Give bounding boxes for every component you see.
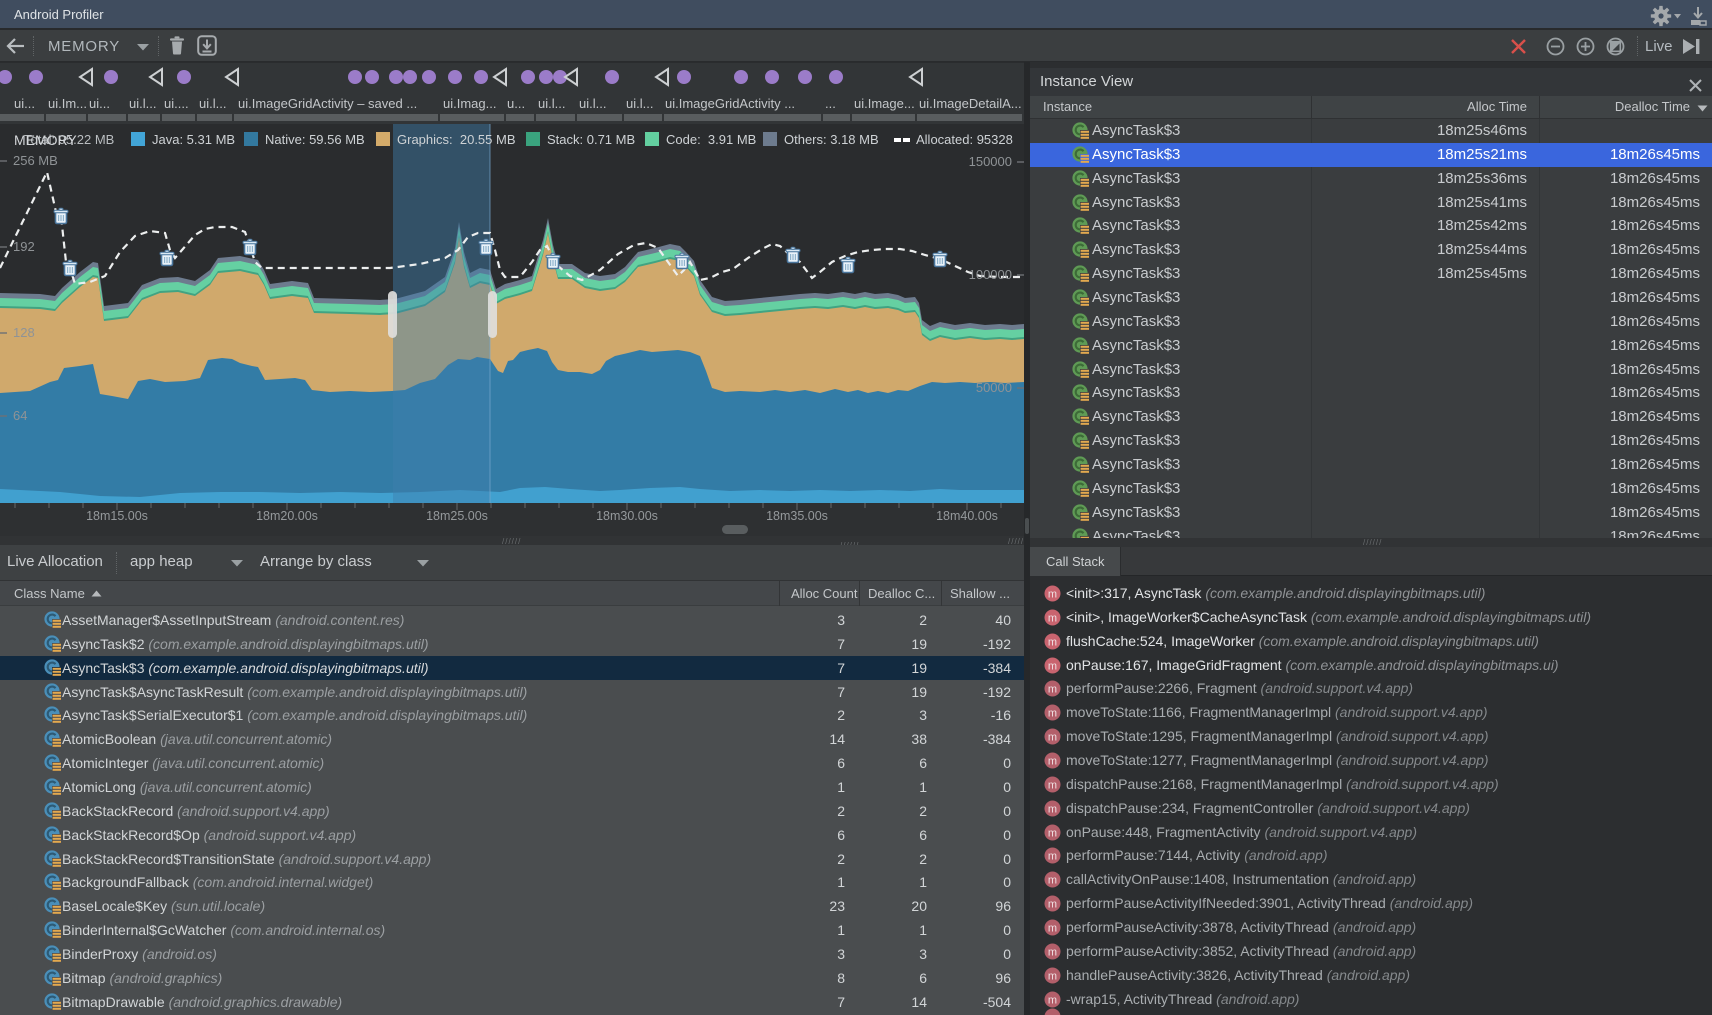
svg-text:m: m bbox=[1048, 946, 1057, 958]
svg-text:m: m bbox=[1048, 684, 1057, 696]
svg-text:18m25.00s: 18m25.00s bbox=[426, 509, 488, 523]
svg-text:64: 64 bbox=[13, 408, 27, 423]
svg-text:m: m bbox=[1048, 755, 1057, 767]
svg-text:m: m bbox=[1048, 922, 1057, 934]
svg-text:18m35.00s: 18m35.00s bbox=[766, 509, 828, 523]
svg-text:m: m bbox=[1048, 827, 1057, 839]
svg-text:18m20.00s: 18m20.00s bbox=[256, 509, 318, 523]
svg-text:m: m bbox=[1048, 708, 1057, 720]
svg-text:100000: 100000 bbox=[969, 267, 1012, 282]
svg-text:m: m bbox=[1048, 660, 1057, 672]
svg-text:192: 192 bbox=[13, 239, 35, 254]
svg-text:m: m bbox=[1048, 636, 1057, 648]
svg-text:150000: 150000 bbox=[969, 154, 1012, 169]
svg-text:m: m bbox=[1048, 732, 1057, 744]
svg-text:m: m bbox=[1048, 779, 1057, 791]
svg-text:18m40.00s: 18m40.00s bbox=[936, 509, 998, 523]
svg-text:m: m bbox=[1048, 803, 1057, 815]
svg-text:128: 128 bbox=[13, 325, 35, 340]
svg-text:18m30.00s: 18m30.00s bbox=[596, 509, 658, 523]
svg-text:18m15.00s: 18m15.00s bbox=[86, 509, 148, 523]
svg-text:m: m bbox=[1048, 589, 1057, 601]
svg-text:m: m bbox=[1048, 612, 1057, 624]
svg-text:50000: 50000 bbox=[976, 380, 1012, 395]
svg-text:m: m bbox=[1048, 994, 1057, 1006]
svg-text:m: m bbox=[1048, 899, 1057, 911]
svg-text:m: m bbox=[1048, 970, 1057, 982]
svg-text:m: m bbox=[1048, 875, 1057, 887]
svg-text:256 MB: 256 MB bbox=[13, 153, 58, 168]
svg-text:m: m bbox=[1048, 851, 1057, 863]
